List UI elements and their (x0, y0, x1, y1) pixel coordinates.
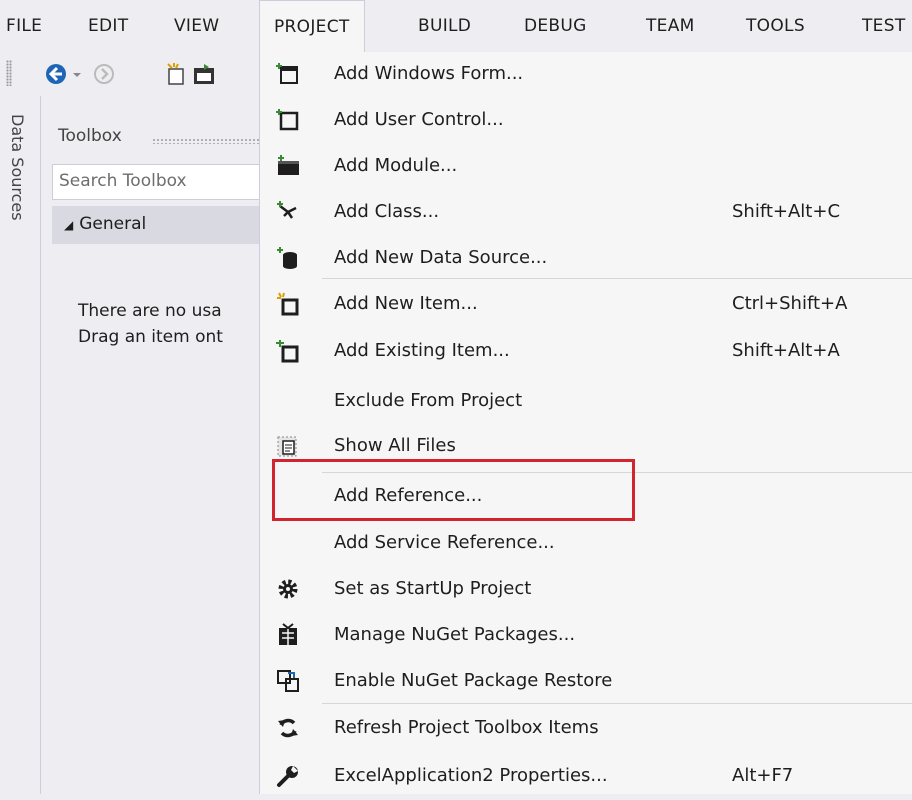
menu-build[interactable]: BUILD (418, 14, 471, 38)
menu-debug[interactable]: DEBUG (524, 14, 587, 38)
toolbox-empty-line-1: There are no usa (78, 301, 222, 321)
windows-form-icon (276, 63, 298, 84)
show-all-files-icon (277, 436, 297, 457)
menu-item-label: Add Module... (334, 155, 458, 176)
menu-item-add-windows-form[interactable]: Add Windows Form... (260, 52, 912, 98)
menu-item-label: Set as StartUp Project (334, 578, 532, 599)
menu-item-label: Add Windows Form... (334, 63, 524, 84)
menu-item-label: Refresh Project Toolbox Items (334, 717, 599, 738)
toolbox-empty-message: There are no usa Drag an item ont (78, 298, 223, 350)
toolbox-search-input[interactable]: Search Toolbox (52, 164, 264, 200)
menu-item-label: ExcelApplication2 Properties... (334, 765, 608, 786)
menu-item-label: Add User Control... (334, 109, 504, 130)
toolbox-group-label: General (79, 214, 147, 234)
menu-item-add-reference[interactable]: Add Reference... (260, 474, 912, 520)
menu-item-show-all-files[interactable]: Show All Files (260, 424, 912, 470)
menu-item-label: Show All Files (334, 435, 456, 456)
refresh-icon (278, 718, 298, 738)
menu-item-add-existing-item[interactable]: Add Existing Item... Shift+Alt+A (260, 329, 912, 375)
data-sources-label: Data Sources (8, 114, 27, 221)
menu-project[interactable]: PROJECT (259, 0, 365, 53)
menu-item-add-new-data-source[interactable]: Add New Data Source... (260, 236, 912, 282)
open-file-icon[interactable] (192, 62, 216, 86)
menu-item-refresh-project-toolbox-items[interactable]: Refresh Project Toolbox Items (260, 706, 912, 752)
new-item-icon (277, 292, 299, 316)
menu-separator (322, 472, 912, 473)
menu-item-label: Add Service Reference... (334, 532, 555, 553)
package-restore-icon (277, 670, 299, 692)
menu-item-shortcut: Shift+Alt+C (732, 201, 841, 222)
menu-bar: FILE EDIT VIEW PROJECT BUILD DEBUG TEAM … (0, 0, 912, 53)
menu-tools[interactable]: TOOLS (746, 14, 805, 38)
menu-item-add-new-item[interactable]: Add New Item... Ctrl+Shift+A (260, 282, 912, 328)
back-dropdown-icon[interactable] (70, 62, 84, 86)
navigate-forward-icon[interactable] (92, 62, 116, 86)
menu-item-label: Exclude From Project (334, 390, 523, 411)
nuget-icon (279, 623, 297, 645)
menu-item-manage-nuget-packages[interactable]: Manage NuGet Packages... (260, 613, 912, 659)
toolbox-title-grip[interactable] (152, 138, 262, 144)
navigate-back-icon[interactable] (44, 62, 68, 86)
data-source-icon (277, 247, 297, 269)
menu-item-label: Manage NuGet Packages... (334, 624, 576, 645)
toolbox-empty-line-2: Drag an item ont (78, 327, 223, 347)
data-sources-tab[interactable]: Data Sources (0, 96, 41, 794)
menu-item-shortcut: Alt+F7 (732, 765, 794, 786)
menu-separator (322, 703, 912, 704)
menu-item-add-module[interactable]: Add Module... (260, 144, 912, 190)
menu-item-enable-nuget-package-restore[interactable]: Enable NuGet Package Restore (260, 659, 912, 705)
menu-item-label: Enable NuGet Package Restore (334, 670, 613, 691)
menu-item-project-properties[interactable]: ExcelApplication2 Properties... Alt+F7 (260, 754, 912, 800)
menu-item-label: Add New Item... (334, 293, 478, 314)
menu-item-label: Add Reference... (334, 485, 483, 506)
menu-view[interactable]: VIEW (174, 14, 219, 38)
collapse-triangle-icon: ◢ (64, 218, 74, 232)
menu-item-label: Add Class... (334, 201, 440, 222)
menu-file[interactable]: FILE (6, 14, 42, 38)
menu-item-add-class[interactable]: Add Class... Shift+Alt+C (260, 190, 912, 236)
toolbar-grip[interactable] (6, 60, 12, 86)
existing-item-icon (276, 340, 299, 363)
menu-team[interactable]: TEAM (646, 14, 695, 38)
menu-item-shortcut: Ctrl+Shift+A (732, 293, 848, 314)
menu-item-set-as-startup-project[interactable]: Set as StartUp Project (260, 567, 912, 613)
module-icon (278, 155, 299, 175)
menu-item-add-service-reference[interactable]: Add Service Reference... (260, 521, 912, 567)
gear-icon (278, 579, 298, 599)
menu-item-shortcut: Shift+Alt+A (732, 340, 840, 361)
menu-item-label: Add New Data Source... (334, 247, 548, 268)
menu-separator (322, 278, 912, 279)
menu-test[interactable]: TEST (862, 14, 906, 38)
menu-item-exclude-from-project[interactable]: Exclude From Project (260, 379, 912, 425)
class-icon (277, 201, 297, 219)
menu-edit[interactable]: EDIT (88, 14, 128, 38)
user-control-icon (276, 109, 299, 131)
project-menu-dropdown: Add Windows Form... Add User Control... … (259, 52, 912, 794)
wrench-icon (277, 766, 298, 787)
menu-item-add-user-control[interactable]: Add User Control... (260, 98, 912, 144)
new-project-icon[interactable] (164, 62, 188, 86)
toolbox-group-general[interactable]: ◢ General (52, 206, 264, 244)
toolbox-title: Toolbox (58, 126, 122, 146)
menu-item-label: Add Existing Item... (334, 340, 510, 361)
